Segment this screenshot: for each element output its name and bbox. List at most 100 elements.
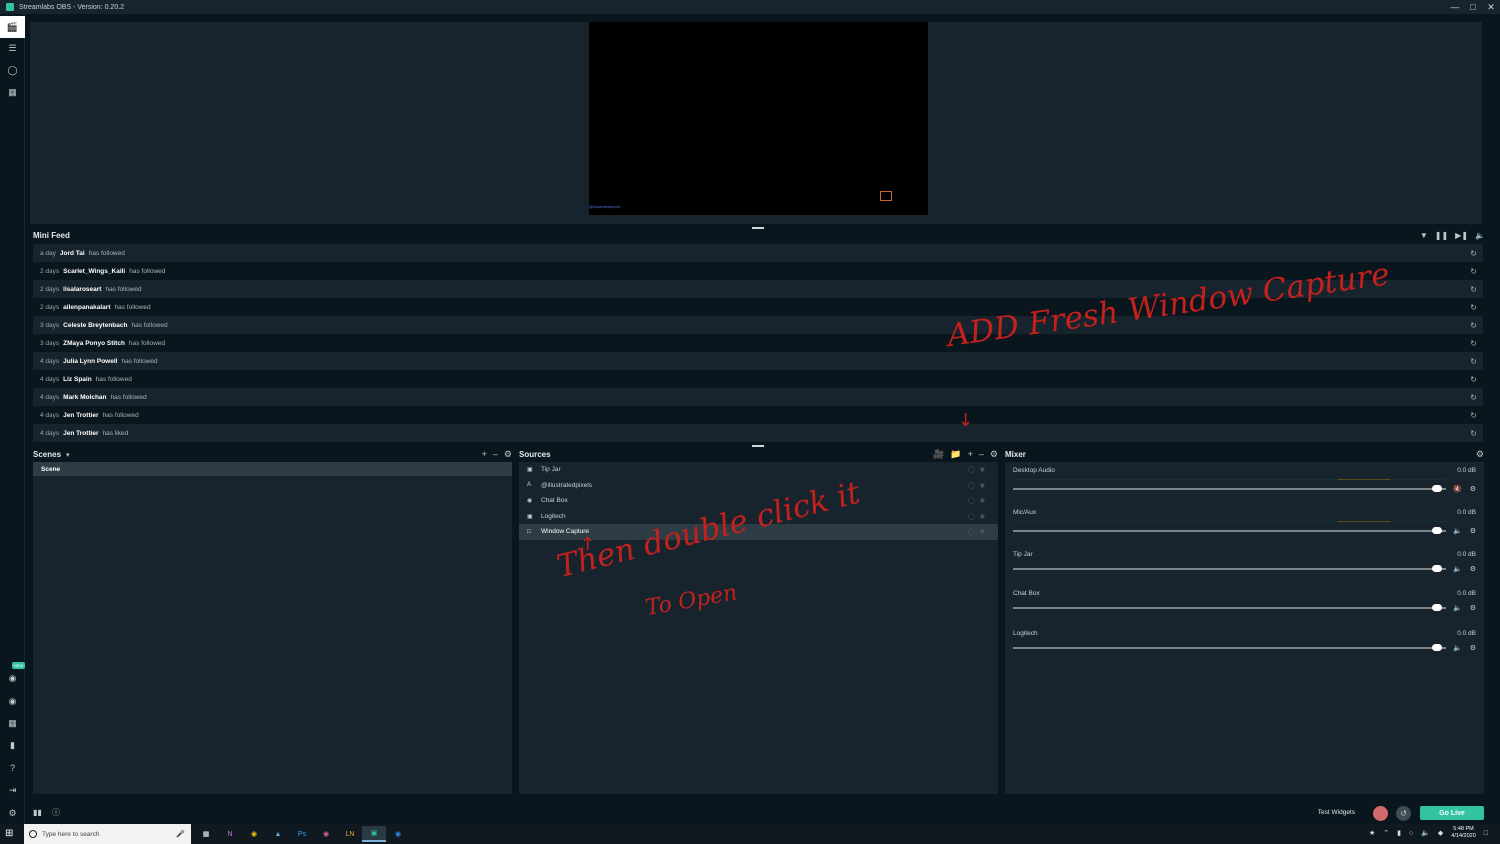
volume-slider[interactable] [1013, 488, 1446, 490]
info-icon[interactable]: ⓘ [52, 807, 60, 818]
app-icon[interactable]: ◉ [314, 826, 338, 842]
speaker-icon[interactable]: 🔈 [1453, 527, 1462, 535]
dropbox-icon[interactable]: ◆ [1438, 829, 1443, 837]
replay-icon[interactable]: ↻ [1470, 429, 1477, 438]
slider-handle[interactable] [1432, 604, 1442, 611]
microphone-icon[interactable]: 🎤 [176, 830, 185, 838]
scene-item[interactable]: Scene [33, 462, 512, 476]
scene-settings-icon[interactable]: ⚙ [504, 449, 512, 460]
gear-icon[interactable]: ⚙ [1470, 565, 1476, 573]
record-button[interactable] [1373, 806, 1388, 821]
dashboard-icon[interactable]: ◉ [0, 690, 25, 712]
logout-icon[interactable]: ⇥ [0, 779, 25, 801]
add-folder-icon[interactable]: 📁 [950, 449, 961, 460]
studio-mode-icon[interactable]: ▮ [0, 734, 25, 756]
test-widgets-button[interactable]: Test Widgets [1318, 809, 1355, 816]
mixer-list: Desktop Audio 0.0 dB 🔇 ⚙ Mic/Aux 0.0 dB … [1005, 462, 1484, 794]
gear-icon[interactable]: ⚙ [1470, 485, 1476, 493]
windows-start-icon[interactable]: ⊞ [5, 828, 13, 839]
replay-buffer-icon[interactable]: ↺ [1396, 806, 1411, 821]
chevron-down-icon[interactable]: ▾ [66, 451, 70, 459]
replay-icon[interactable]: ↻ [1470, 285, 1477, 294]
feed-action: has followed [102, 411, 139, 419]
speaker-icon[interactable]: 🔈 [1453, 604, 1462, 612]
slider-handle[interactable] [1432, 644, 1442, 651]
chrome-icon[interactable]: ◉ [242, 826, 266, 842]
image-icon: ▣ [527, 467, 533, 474]
add-source-icon[interactable]: + [968, 449, 973, 460]
editor-icon[interactable]: 🎬 [0, 16, 25, 38]
speaker-icon[interactable]: 🔈 [1453, 644, 1462, 652]
replay-icon[interactable]: ↻ [1470, 339, 1477, 348]
maximize-icon[interactable]: □ [1464, 0, 1482, 14]
remove-source-icon[interactable]: – [979, 449, 984, 460]
source-item[interactable]: ▣ Tip Jar ◯◉ [519, 462, 998, 478]
replay-icon[interactable]: ↻ [1470, 267, 1477, 276]
remove-scene-icon[interactable]: – [493, 449, 498, 460]
replay-icon[interactable]: ↻ [1470, 375, 1477, 384]
volume-slider[interactable] [1013, 568, 1446, 570]
slider-handle[interactable] [1432, 527, 1442, 534]
lock-visibility-icon[interactable]: ◯◉ [968, 482, 990, 489]
add-selective-recording-icon[interactable]: 🎥 [933, 449, 944, 460]
network-icon[interactable]: ○ [1409, 830, 1413, 837]
replay-icon[interactable]: ↻ [1470, 393, 1477, 402]
replay-icon[interactable]: ↻ [1470, 411, 1477, 420]
gear-icon[interactable]: ⚙ [1470, 644, 1476, 652]
help-icon[interactable]: ? [0, 757, 25, 779]
onenote-icon[interactable]: N [218, 826, 242, 842]
zoom-icon[interactable]: ◉ [386, 826, 410, 842]
minimize-icon[interactable]: — [1446, 0, 1464, 14]
app-icon[interactable]: ▲ [266, 826, 290, 842]
notifications-icon[interactable]: □ [1484, 830, 1488, 837]
layout-icon[interactable]: ▦ [0, 712, 25, 734]
app-icon[interactable]: LN [338, 826, 362, 842]
new-feature-icon[interactable]: ◉ NEW [0, 662, 26, 689]
people-icon[interactable]: ★ [1369, 829, 1375, 837]
volume-icon[interactable]: 🔈 [1475, 231, 1485, 240]
store-icon[interactable]: ▦ [0, 81, 25, 103]
streamlabs-taskbar-icon[interactable]: ▣ [362, 826, 386, 842]
mixer-settings-icon[interactable]: ⚙ [1476, 449, 1484, 460]
replay-icon[interactable]: ↻ [1470, 249, 1477, 258]
replay-icon[interactable]: ↻ [1470, 303, 1477, 312]
pause-icon[interactable]: ❚❚ [1435, 231, 1448, 240]
add-scene-icon[interactable]: + [482, 449, 487, 460]
volume-slider[interactable] [1013, 530, 1446, 532]
gear-icon[interactable]: ⚙ [1470, 604, 1476, 612]
close-icon[interactable]: ✕ [1482, 0, 1500, 14]
replay-icon[interactable]: ↻ [1470, 321, 1477, 330]
clock[interactable]: 5:48 PM 4/14/2020 [1451, 826, 1475, 840]
lock-visibility-icon[interactable]: ◯◉ [968, 513, 990, 520]
speaker-icon[interactable]: 🔈 [1453, 565, 1462, 573]
slider-handle[interactable] [1432, 565, 1442, 572]
skip-icon[interactable]: ▶❚ [1455, 231, 1468, 240]
preview-source-box[interactable] [880, 191, 892, 201]
go-live-button[interactable]: Go Live [1420, 806, 1484, 820]
volume-slider[interactable] [1013, 607, 1446, 609]
lock-visibility-icon[interactable]: ◯◉ [968, 497, 990, 504]
replay-icon[interactable]: ↻ [1470, 357, 1477, 366]
photoshop-icon[interactable]: Ps [290, 826, 314, 842]
filter-icon[interactable]: ▼ [1420, 231, 1428, 240]
source-settings-icon[interactable]: ⚙ [990, 449, 998, 460]
gear-icon[interactable]: ⚙ [1470, 527, 1476, 535]
themes-icon[interactable]: ☰ [0, 37, 25, 59]
volume-slider[interactable] [1013, 647, 1446, 649]
preview-canvas[interactable]: @illustratedpixels [589, 22, 928, 215]
lock-visibility-icon[interactable]: ◯◉ [968, 528, 990, 535]
slider-handle[interactable] [1432, 485, 1442, 492]
chevron-up-icon[interactable]: ⌃ [1383, 829, 1389, 837]
performance-stats-icon[interactable]: ▮▮ [33, 808, 42, 817]
battery-icon[interactable]: ▮ [1397, 829, 1401, 837]
feed-user: lisalaroseart [63, 285, 102, 293]
task-view-icon[interactable]: ▦ [194, 826, 218, 842]
mixer-panel: Mixer ⚙ Desktop Audio 0.0 dB 🔇 ⚙ Mic/Aux… [1005, 447, 1484, 794]
chat-icon[interactable]: ◯ [0, 59, 25, 81]
speaker-icon[interactable]: 🔈 [1421, 829, 1430, 837]
settings-icon[interactable]: ⚙ [0, 802, 25, 824]
source-item[interactable]: A @illustratedpixels ◯◉ [519, 478, 998, 494]
speaker-muted-icon[interactable]: 🔇 [1453, 485, 1462, 493]
taskbar-search[interactable]: Type here to search 🎤 [24, 824, 191, 844]
lock-visibility-icon[interactable]: ◯◉ [968, 466, 990, 473]
